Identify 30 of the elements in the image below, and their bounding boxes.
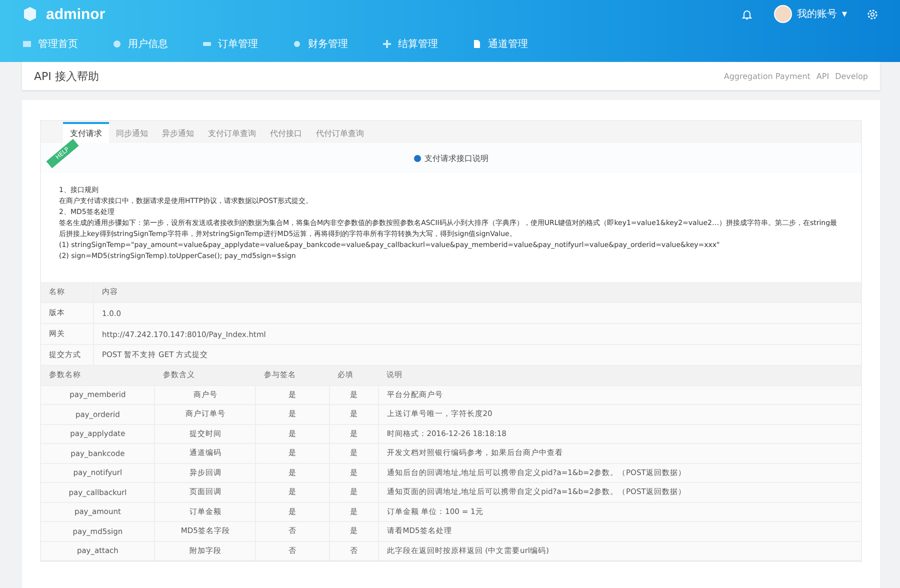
plus-icon (382, 39, 392, 49)
cube-logo-icon (22, 6, 38, 22)
page-title: API 接入帮助 (34, 68, 99, 84)
avatar-icon (774, 5, 792, 23)
tab[interactable]: 代付接口 (263, 124, 309, 143)
circle-icon (112, 39, 122, 49)
nav-item[interactable]: 财务管理 (292, 37, 348, 51)
notification-bell-icon[interactable] (742, 8, 752, 20)
settings-icon[interactable] (867, 8, 878, 20)
tab[interactable]: 支付订单查询 (201, 124, 263, 143)
tab[interactable]: 异步通知 (155, 124, 201, 143)
breadcrumb-link[interactable]: Aggregation Payment (724, 72, 810, 80)
nav-item[interactable]: 通道管理 (472, 37, 528, 51)
breadcrumb-link[interactable]: Develop (835, 72, 868, 80)
tab[interactable]: 同步通知 (109, 124, 155, 143)
card-icon (202, 39, 212, 49)
nav-item[interactable]: 管理首页 (22, 37, 78, 51)
tab[interactable]: 代付订单查询 (309, 124, 371, 143)
screen-icon (22, 39, 32, 49)
breadcrumb-link[interactable]: API (816, 72, 830, 80)
document-icon (472, 39, 482, 49)
notice-title: 支付请求接口说明 (424, 152, 488, 164)
dot-icon (292, 39, 302, 49)
nav-item[interactable]: 用户信息 (112, 37, 168, 51)
nav-item[interactable]: 订单管理 (202, 37, 258, 51)
tab[interactable]: 支付请求 (63, 122, 109, 143)
user-menu[interactable]: 我的账号 ▾ (774, 5, 847, 23)
nav-item[interactable]: 结算管理 (382, 37, 438, 51)
brand-name: adminor (46, 6, 106, 22)
info-icon (414, 154, 420, 162)
